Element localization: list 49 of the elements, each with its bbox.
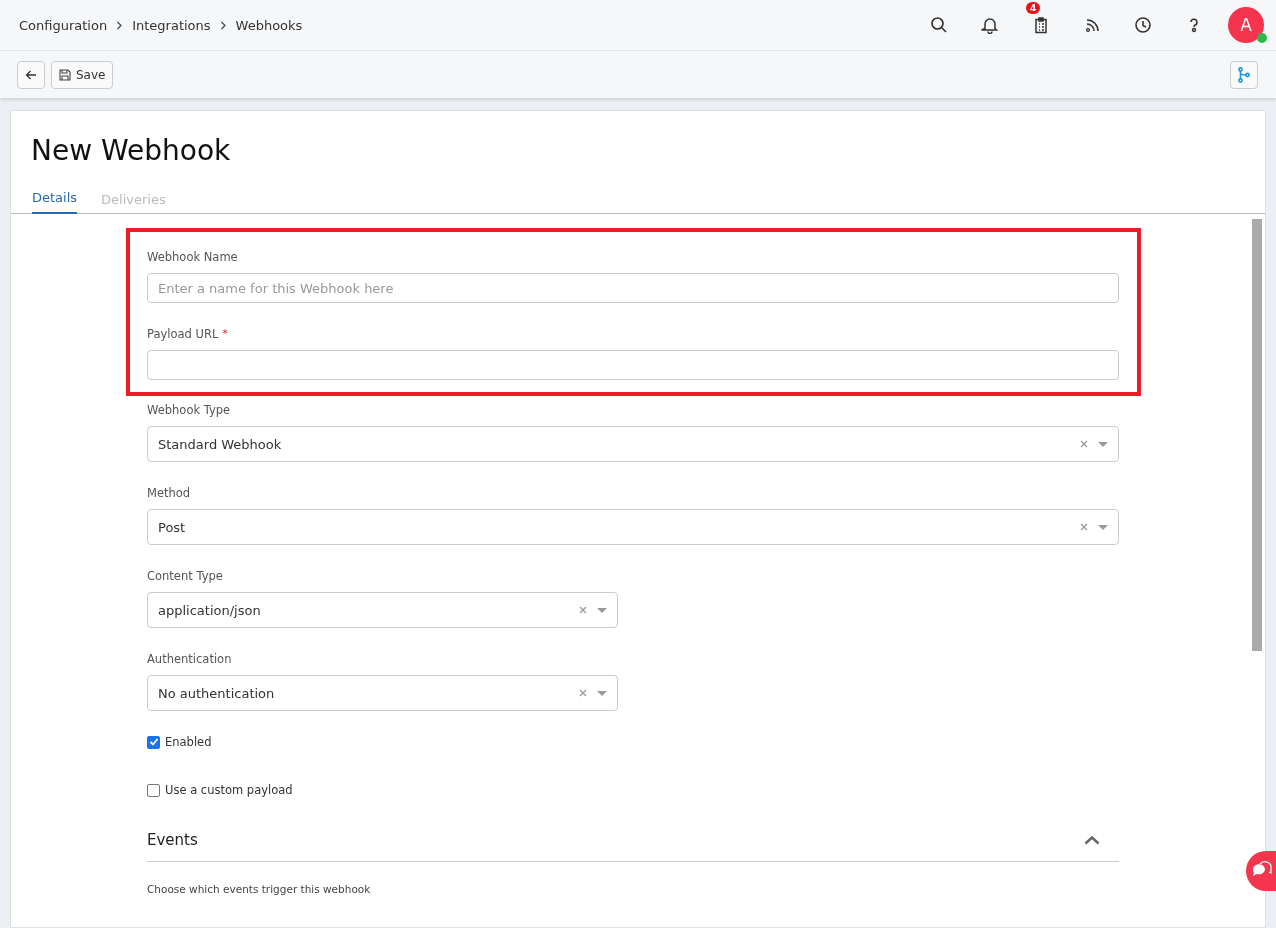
field-label: Webhook Type (147, 403, 231, 417)
search-icon (930, 16, 948, 34)
chevron-right-icon (219, 20, 227, 30)
rss-icon (1083, 16, 1101, 34)
arrow-left-icon (25, 68, 37, 81)
clear-icon[interactable] (1080, 523, 1088, 531)
caret-down-icon[interactable] (597, 607, 607, 613)
field-label: Content Type (147, 569, 223, 583)
caret-down-icon[interactable] (1098, 441, 1108, 447)
field-label: Webhook Name (147, 250, 238, 264)
clear-icon[interactable] (579, 689, 587, 697)
field-label: Method (147, 486, 191, 500)
clear-icon[interactable] (1080, 440, 1088, 448)
clear-icon[interactable] (579, 606, 587, 614)
caret-down-icon[interactable] (597, 690, 607, 696)
checkbox-label: Use a custom payload (165, 783, 293, 797)
page-title: New Webhook (30, 133, 232, 167)
checkbox-label: Enabled (165, 735, 212, 749)
avatar[interactable]: A (1228, 7, 1264, 43)
branch-icon (1238, 66, 1250, 83)
breadcrumb-link[interactable]: Integrations (132, 17, 211, 33)
chevron-right-icon (116, 20, 124, 30)
breadcrumb-link[interactable]: Webhooks (235, 17, 303, 33)
section-title: Events (147, 831, 198, 849)
checkbox[interactable] (147, 735, 160, 749)
dropdown-field[interactable]: application/json (147, 592, 618, 628)
field-label: Authentication (147, 652, 232, 666)
clock-icon (1134, 16, 1152, 34)
section-description: Choose which events trigger this webhook (147, 883, 372, 895)
dropdown-field[interactable]: Standard Webhook (147, 426, 1119, 462)
checkbox[interactable] (147, 783, 160, 797)
field-label: Payload URL (147, 327, 219, 341)
clipboard-button[interactable] (1032, 16, 1050, 34)
text-field[interactable]: Enter a name for this Webhook here (147, 273, 1119, 303)
scrollbar[interactable] (1252, 219, 1262, 651)
back-button[interactable] (17, 60, 45, 89)
dropdown-field[interactable]: Post (147, 509, 1119, 545)
caret-down-icon[interactable] (1098, 524, 1108, 530)
dropdown-field[interactable]: No authentication (147, 675, 618, 711)
notification-badge: 4 (1026, 2, 1041, 14)
tab[interactable]: Details (32, 189, 78, 214)
text-field[interactable] (147, 350, 1119, 380)
clipboard-icon (1032, 16, 1050, 34)
chevron-up-icon[interactable] (1084, 835, 1100, 845)
required-mark: * (222, 327, 228, 341)
branch-button[interactable] (1230, 60, 1258, 89)
save-button[interactable]: Save (51, 60, 114, 89)
breadcrumb-link[interactable]: Configuration (19, 17, 108, 33)
bell-icon (981, 16, 999, 34)
